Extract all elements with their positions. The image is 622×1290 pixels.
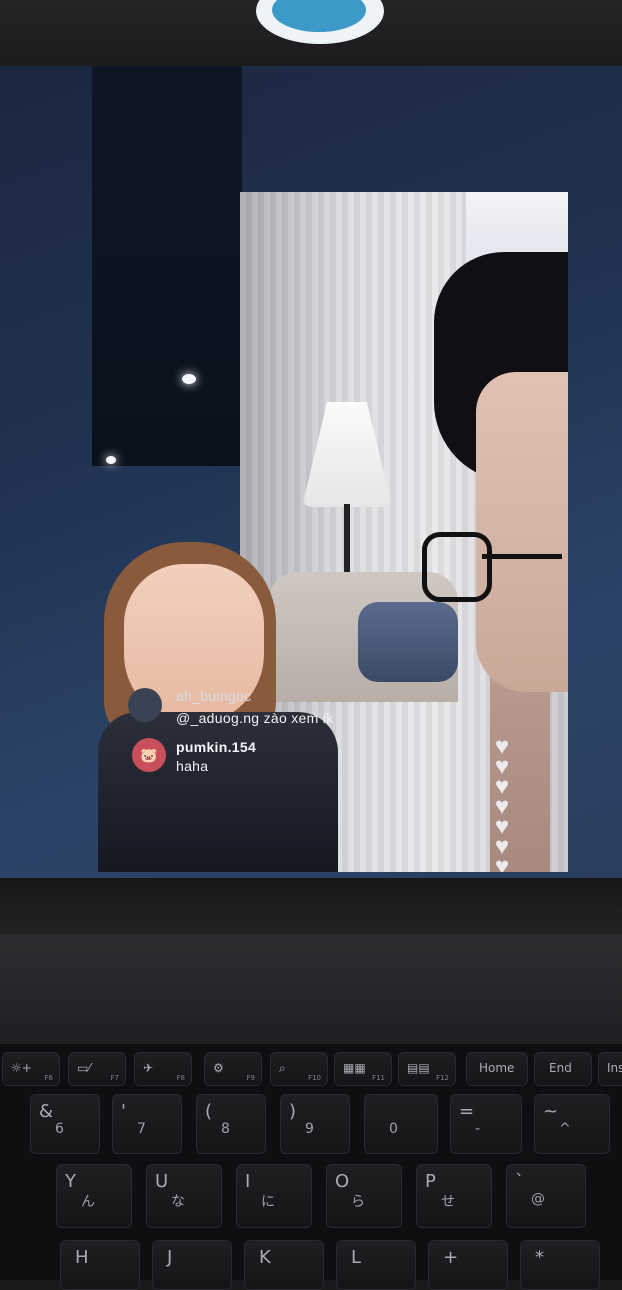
floating-hearts: ♥ ♥ ♥ ♥ ♥ ♥ ♥ (482, 735, 522, 873)
key-y[interactable]: Y ん (56, 1164, 132, 1228)
key-i[interactable]: I に (236, 1164, 312, 1228)
person-right-face (476, 372, 568, 692)
key-9[interactable]: ) 9 (280, 1094, 350, 1154)
key-at[interactable]: ` @ (506, 1164, 586, 1228)
key-j[interactable]: J (152, 1240, 232, 1290)
key-f10[interactable]: ⌕ F10 (270, 1052, 328, 1086)
person-left-face (124, 564, 264, 724)
key-h[interactable]: H (60, 1240, 140, 1290)
key-o[interactable]: O ら (326, 1164, 402, 1228)
key-f12[interactable]: ▤▤ F12 (398, 1052, 456, 1086)
key-minus[interactable]: = - (450, 1094, 522, 1154)
key-f9[interactable]: ⚙ F9 (204, 1052, 262, 1086)
key-caret[interactable]: ~ ^ (534, 1094, 610, 1154)
key-f11[interactable]: ▦▦ F11 (334, 1052, 392, 1086)
key-0[interactable]: 0 (364, 1094, 438, 1154)
key-end[interactable]: End (534, 1052, 592, 1086)
glasses (422, 532, 492, 602)
heart-icon: ♥ (494, 853, 510, 873)
key-8[interactable]: ( 8 (196, 1094, 266, 1154)
key-f6[interactable]: ☼+ F6 (2, 1052, 60, 1086)
key-home[interactable]: Home (466, 1052, 528, 1086)
laptop-hinge (0, 934, 622, 1044)
key-plus[interactable]: + (428, 1240, 508, 1290)
glasses-bridge (482, 554, 562, 559)
laptop-bottom-bezel (0, 878, 622, 934)
laptop-screen: ♥ ♥ ♥ ♥ ♥ ♥ ♥ ah_buingoc @_aduog.ng zào … (0, 66, 622, 878)
key-f8[interactable]: ✈ F8 (134, 1052, 192, 1086)
pillow (358, 602, 458, 682)
key-p[interactable]: P せ (416, 1164, 492, 1228)
key-asterisk[interactable]: * (520, 1240, 600, 1290)
key-u[interactable]: U な (146, 1164, 222, 1228)
key-insert[interactable]: Ins (598, 1052, 622, 1086)
key-l[interactable]: L (336, 1240, 416, 1290)
key-f7[interactable]: ▭⁄ F7 (68, 1052, 126, 1086)
key-7[interactable]: ' 7 (112, 1094, 182, 1154)
key-6[interactable]: & 6 (30, 1094, 100, 1154)
key-k[interactable]: K (244, 1240, 324, 1290)
person-left-body (98, 712, 338, 872)
live-video-feed[interactable]: ♥ ♥ ♥ ♥ ♥ ♥ ♥ (98, 192, 568, 872)
keyboard: ☼+ F6 ▭⁄ F7 ✈ F8 ⚙ F9 ⌕ F10 ▦▦ F11 ▤▤ F1… (0, 1044, 622, 1290)
